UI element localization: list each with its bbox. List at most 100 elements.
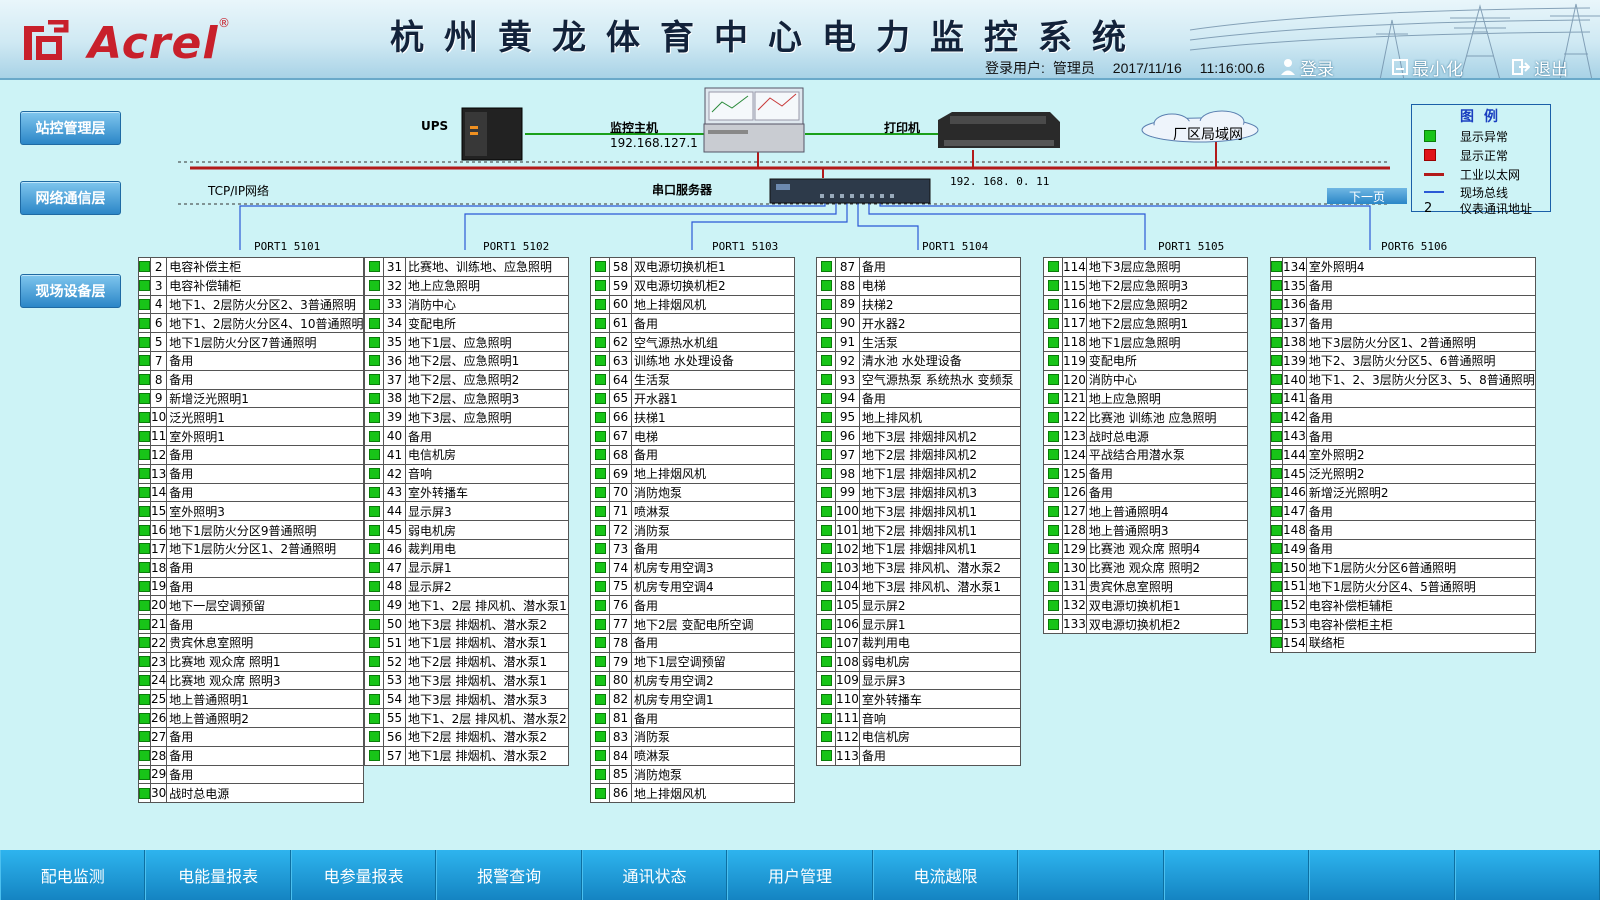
device-row[interactable]: 130 比赛池 观众席 照明2: [1043, 557, 1249, 578]
device-row[interactable]: 99 地下3层 排烟排风机3: [816, 482, 1022, 503]
device-row[interactable]: 31 比赛地、训练地、应急照明: [364, 257, 569, 277]
device-row[interactable]: 92 清水池 水处理设备: [816, 350, 1022, 371]
device-row[interactable]: 36 地下2层、应急照明1: [364, 350, 569, 371]
device-row[interactable]: 91 生活泵: [816, 332, 1022, 352]
device-row[interactable]: 55 地下1、2层 排风机、潜水泵2: [364, 708, 569, 728]
device-row[interactable]: 146 新增泛光照明2: [1270, 482, 1536, 503]
device-row[interactable]: 13 备用: [138, 463, 365, 484]
device-row[interactable]: 75 机房专用空调4: [590, 576, 795, 597]
device-row[interactable]: 114 地下3层应急照明: [1043, 257, 1249, 277]
device-row[interactable]: 141 备用: [1270, 388, 1536, 409]
device-row[interactable]: 110 室外转播车: [816, 689, 1022, 710]
device-row[interactable]: 35 地下1层、应急照明: [364, 332, 569, 352]
device-row[interactable]: 115 地下2层应急照明3: [1043, 275, 1249, 296]
device-row[interactable]: 40 备用: [364, 426, 569, 446]
device-row[interactable]: 51 地下1层 排烟机、潜水泵1: [364, 632, 569, 653]
device-row[interactable]: 2 电容补偿主柜: [138, 257, 365, 277]
device-row[interactable]: 138 地下3层防火分区1、2普通照明: [1270, 332, 1536, 352]
device-row[interactable]: 44 显示屏3: [364, 501, 569, 522]
device-row[interactable]: 104 地下3层 排风机、潜水泵1: [816, 576, 1022, 597]
device-row[interactable]: 32 地上应急照明: [364, 275, 569, 296]
device-row[interactable]: 16 地下1层防火分区9普通照明: [138, 520, 365, 540]
device-row[interactable]: 83 消防泵: [590, 726, 795, 747]
device-row[interactable]: 127 地上普通照明4: [1043, 501, 1249, 522]
device-row[interactable]: 27 备用: [138, 726, 365, 747]
device-row[interactable]: 74 机房专用空调3: [590, 557, 795, 578]
device-row[interactable]: 29 备用: [138, 764, 365, 785]
device-row[interactable]: 22 贵宾休息室照明: [138, 632, 365, 653]
nav-tab[interactable]: [1018, 850, 1164, 900]
device-row[interactable]: 94 备用: [816, 388, 1022, 409]
device-row[interactable]: 25 地上普通照明1: [138, 689, 365, 710]
device-row[interactable]: 52 地下2层 排烟机、潜水泵1: [364, 651, 569, 672]
device-row[interactable]: 123 战时总电源: [1043, 426, 1249, 446]
device-row[interactable]: 38 地下2层、应急照明3: [364, 388, 569, 409]
device-row[interactable]: 85 消防炮泵: [590, 764, 795, 785]
device-row[interactable]: 70 消防炮泵: [590, 482, 795, 503]
device-row[interactable]: 84 喷淋泵: [590, 745, 795, 766]
device-row[interactable]: 61 备用: [590, 313, 795, 334]
device-row[interactable]: 57 地下1层 排烟机、潜水泵2: [364, 745, 569, 766]
device-row[interactable]: 3 电容补偿辅柜: [138, 275, 365, 296]
device-row[interactable]: 89 扶梯2: [816, 294, 1022, 315]
device-row[interactable]: 46 裁判用电: [364, 538, 569, 559]
device-row[interactable]: 133 双电源切换机柜2: [1043, 614, 1249, 634]
device-row[interactable]: 37 地下2层、应急照明2: [364, 369, 569, 390]
device-row[interactable]: 79 地下1层空调预留: [590, 651, 795, 672]
device-row[interactable]: 137 备用: [1270, 313, 1536, 334]
device-row[interactable]: 154 联络柜: [1270, 632, 1536, 653]
device-row[interactable]: 136 备用: [1270, 294, 1536, 315]
device-row[interactable]: 111 音响: [816, 708, 1022, 728]
device-row[interactable]: 4 地下1、2层防火分区2、3普通照明: [138, 294, 365, 315]
device-row[interactable]: 45 弱电机房: [364, 520, 569, 540]
device-row[interactable]: 112 电信机房: [816, 726, 1022, 747]
device-row[interactable]: 100 地下3层 排烟排风机1: [816, 501, 1022, 522]
device-row[interactable]: 113 备用: [816, 745, 1022, 766]
device-row[interactable]: 124 平战结合用潜水泵: [1043, 444, 1249, 465]
device-row[interactable]: 134 室外照明4: [1270, 257, 1536, 277]
device-row[interactable]: 97 地下2层 排烟排风机2: [816, 444, 1022, 465]
device-row[interactable]: 107 裁判用电: [816, 632, 1022, 653]
device-row[interactable]: 129 比赛池 观众席 照明4: [1043, 538, 1249, 559]
device-row[interactable]: 143 备用: [1270, 426, 1536, 446]
device-row[interactable]: 121 地上应急照明: [1043, 388, 1249, 409]
device-row[interactable]: 23 比赛地 观众席 照明1: [138, 651, 365, 672]
device-row[interactable]: 77 地下2层 变配电所空调: [590, 614, 795, 634]
device-row[interactable]: 21 备用: [138, 614, 365, 634]
device-row[interactable]: 33 消防中心: [364, 294, 569, 315]
device-row[interactable]: 56 地下2层 排烟机、潜水泵2: [364, 726, 569, 747]
device-row[interactable]: 148 备用: [1270, 520, 1536, 540]
device-row[interactable]: 105 显示屏2: [816, 595, 1022, 616]
device-row[interactable]: 95 地上排风机: [816, 407, 1022, 428]
device-row[interactable]: 8 备用: [138, 369, 365, 390]
device-row[interactable]: 128 地上普通照明3: [1043, 520, 1249, 540]
device-row[interactable]: 9 新增泛光照明1: [138, 388, 365, 409]
device-row[interactable]: 132 双电源切换机柜1: [1043, 595, 1249, 616]
nav-tab[interactable]: [1454, 850, 1600, 900]
device-row[interactable]: 17 地下1层防火分区1、2普通照明: [138, 538, 365, 559]
device-row[interactable]: 41 电信机房: [364, 444, 569, 465]
device-row[interactable]: 48 显示屏2: [364, 576, 569, 597]
nav-tab[interactable]: [1163, 850, 1310, 900]
device-row[interactable]: 153 电容补偿柜主柜: [1270, 614, 1536, 634]
device-row[interactable]: 12 备用: [138, 444, 365, 465]
device-row[interactable]: 53 地下3层 排烟机、潜水泵1: [364, 670, 569, 691]
device-row[interactable]: 144 室外照明2: [1270, 444, 1536, 465]
device-row[interactable]: 131 贵宾休息室照明: [1043, 576, 1249, 597]
device-row[interactable]: 63 训练地 水处理设备: [590, 350, 795, 371]
device-row[interactable]: 66 扶梯1: [590, 407, 795, 428]
device-row[interactable]: 26 地上普通照明2: [138, 708, 365, 728]
device-row[interactable]: 119 变配电所: [1043, 350, 1249, 371]
device-row[interactable]: 108 弱电机房: [816, 651, 1022, 672]
device-row[interactable]: 14 备用: [138, 482, 365, 503]
device-row[interactable]: 60 地上排烟风机: [590, 294, 795, 315]
device-row[interactable]: 145 泛光照明2: [1270, 463, 1536, 484]
device-row[interactable]: 86 地上排烟风机: [590, 783, 795, 804]
nav-tab[interactable]: 电能量报表: [145, 850, 291, 900]
device-row[interactable]: 98 地下1层 排烟排风机2: [816, 463, 1022, 484]
device-row[interactable]: 149 备用: [1270, 538, 1536, 559]
device-row[interactable]: 59 双电源切换机柜2: [590, 275, 795, 296]
device-row[interactable]: 54 地下3层 排烟机、潜水泵3: [364, 689, 569, 710]
nav-tab[interactable]: 配电监测: [0, 850, 146, 900]
device-row[interactable]: 152 电容补偿柜辅柜: [1270, 595, 1536, 616]
